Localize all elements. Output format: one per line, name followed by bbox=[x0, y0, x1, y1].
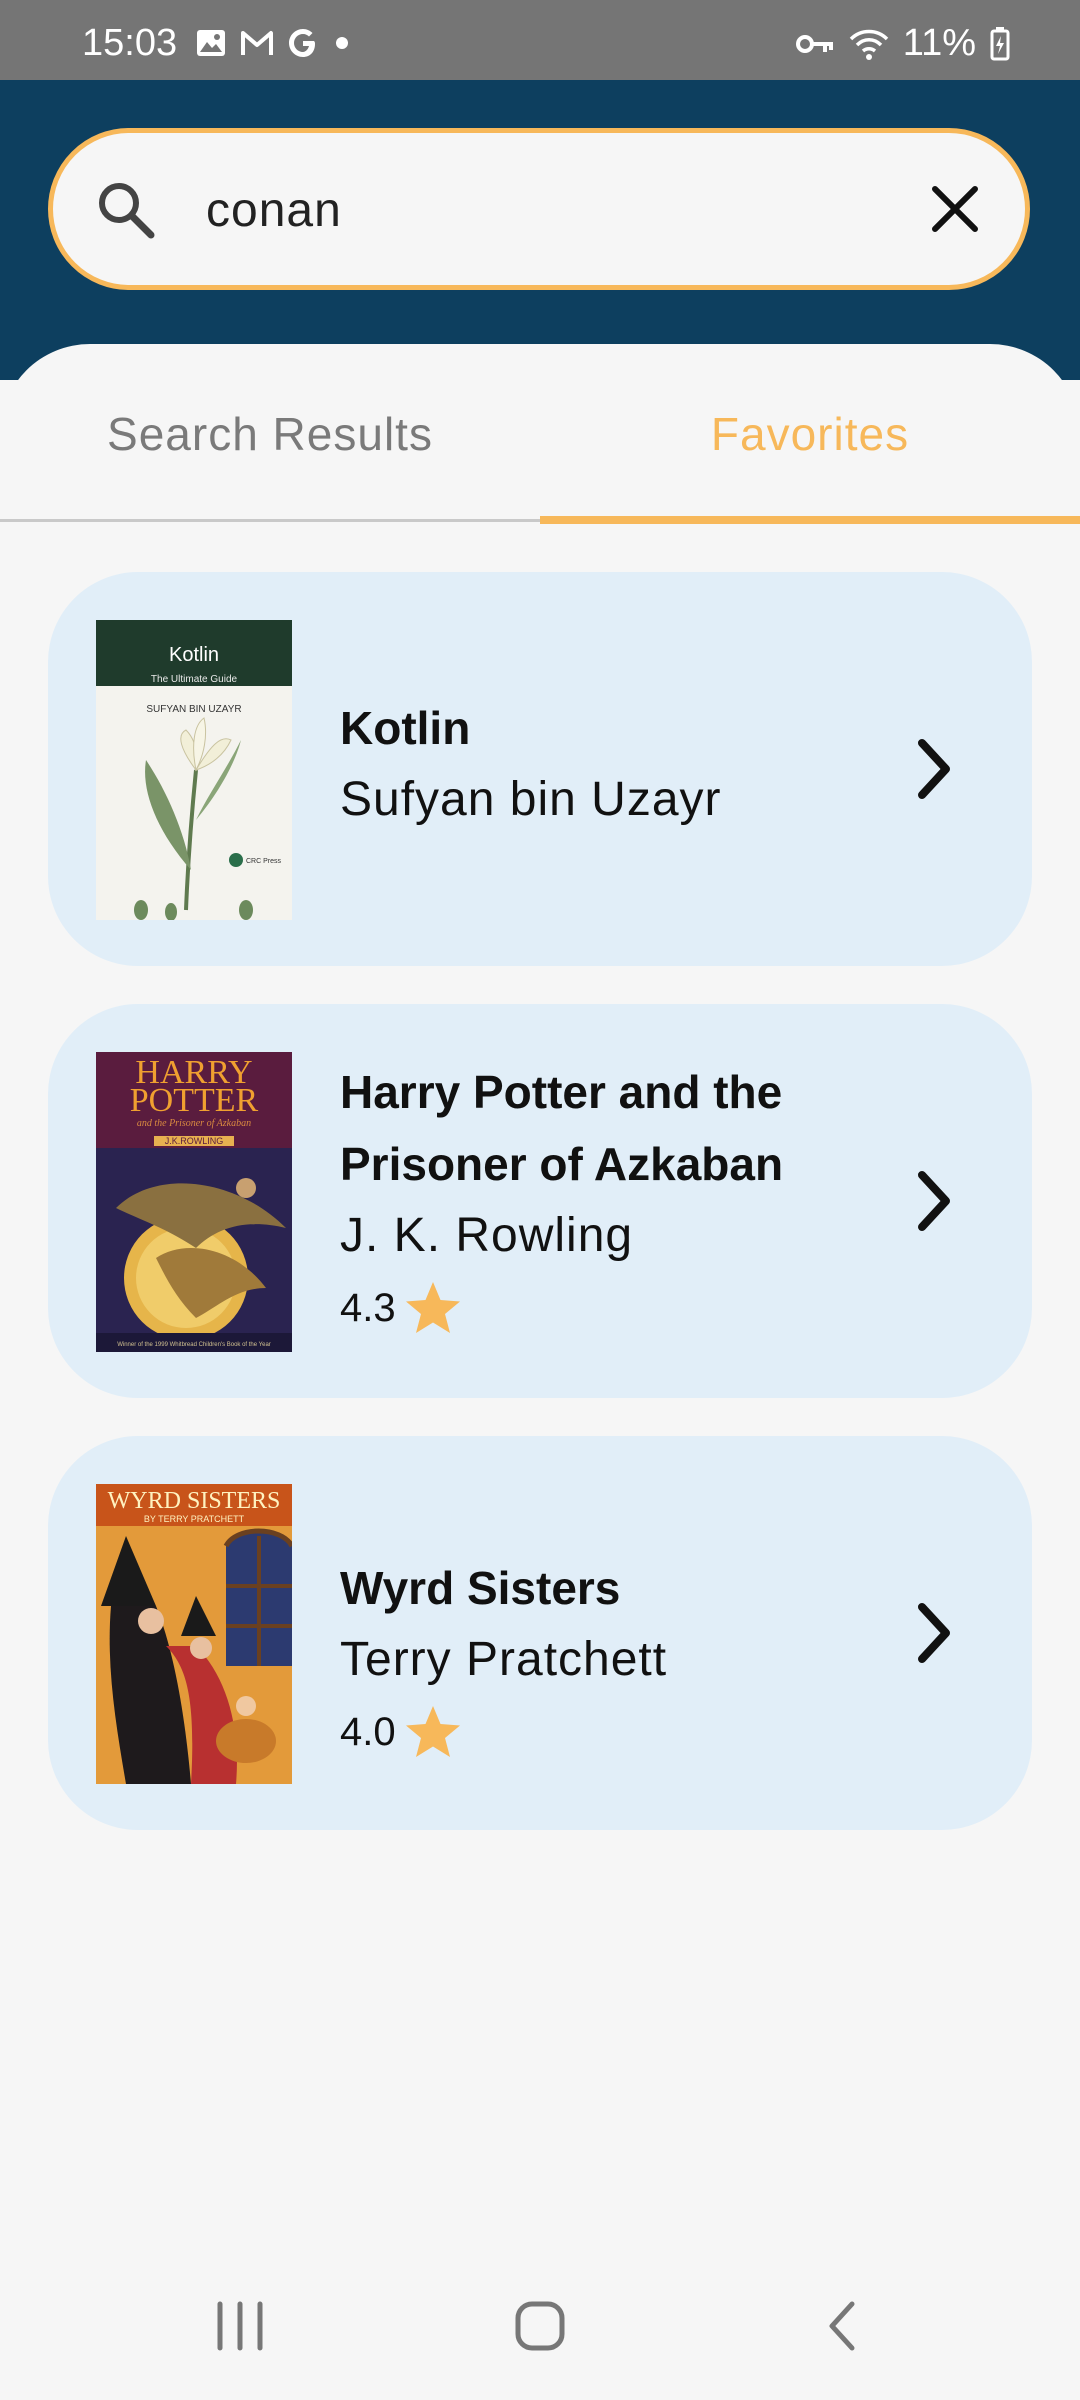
book-card[interactable]: HARRY POTTER and the Prisoner of Azkaban… bbox=[48, 1004, 1032, 1398]
star-icon bbox=[405, 1706, 460, 1757]
chevron-right-icon[interactable] bbox=[914, 1601, 954, 1665]
hippogriff-illustration bbox=[96, 1178, 292, 1352]
cover-publisher: CRC Press bbox=[246, 858, 282, 865]
chevron-right-icon[interactable] bbox=[914, 1169, 954, 1233]
cover-subtitle: and the Prisoner of Azkaban bbox=[136, 1118, 252, 1129]
close-icon[interactable] bbox=[929, 183, 981, 235]
status-bar: 15:03 11% bbox=[0, 0, 1080, 80]
search-icon[interactable] bbox=[95, 179, 157, 241]
cover-author: J.K.ROWLING bbox=[154, 1136, 234, 1146]
book-title-line-1: Harry Potter and the bbox=[340, 1066, 783, 1118]
rating-value: 4.0 bbox=[340, 1710, 396, 1754]
book-cover: HARRY POTTER and the Prisoner of Azkaban… bbox=[96, 1052, 292, 1352]
cover-footer: Winner of the 1999 Whitbread Children's … bbox=[117, 1342, 271, 1348]
book-title: Kotlin bbox=[340, 702, 471, 754]
tab-indicator bbox=[540, 516, 1080, 524]
vpn-key-icon bbox=[795, 34, 833, 53]
tab-search-results[interactable]: Search Results bbox=[0, 344, 540, 524]
cover-title: WYRD SISTERS bbox=[107, 1488, 281, 1514]
image-icon bbox=[197, 30, 225, 56]
book-author: Sufyan bin Uzayr bbox=[340, 773, 722, 826]
tab-divider bbox=[0, 519, 540, 522]
dot-icon bbox=[336, 37, 348, 49]
witches-illustration bbox=[96, 1526, 292, 1784]
book-author: Terry Pratchett bbox=[340, 1633, 668, 1686]
home-icon[interactable] bbox=[514, 2300, 566, 2352]
recent-apps-icon[interactable] bbox=[210, 2300, 270, 2352]
book-cover: WYRD SISTERS BY TERRY PRATCHETT bbox=[96, 1484, 292, 1784]
back-icon[interactable] bbox=[824, 2300, 860, 2352]
book-title-line-2: Prisoner of Azkaban bbox=[340, 1138, 784, 1190]
flower-illustration bbox=[134, 717, 253, 920]
battery-percent: 11% bbox=[902, 22, 976, 64]
navigation-bar bbox=[0, 2260, 1080, 2400]
rating-value: 4.3 bbox=[340, 1286, 396, 1330]
google-icon bbox=[289, 29, 315, 57]
wifi-icon bbox=[849, 29, 888, 60]
star-icon bbox=[405, 1282, 460, 1333]
book-cover: Kotlin The Ultimate Guide SUFYAN BIN UZA… bbox=[96, 620, 292, 920]
battery-icon bbox=[990, 26, 1010, 60]
tab-bar: Search Results Favorites bbox=[0, 344, 1080, 524]
book-card[interactable]: Kotlin The Ultimate Guide SUFYAN BIN UZA… bbox=[48, 572, 1032, 966]
chevron-right-icon[interactable] bbox=[914, 737, 954, 801]
search-bar[interactable]: conan bbox=[48, 128, 1030, 290]
tab-favorites[interactable]: Favorites bbox=[540, 344, 1080, 524]
search-input[interactable]: conan bbox=[206, 183, 342, 238]
book-title: Wyrd Sisters bbox=[340, 1562, 621, 1614]
cover-author: BY TERRY PRATCHETT bbox=[143, 1514, 245, 1524]
book-card[interactable]: WYRD SISTERS BY TERRY PRATCHETT Wyrd Sis… bbox=[48, 1436, 1032, 1830]
rating: 4.3 bbox=[340, 1272, 892, 1344]
status-time: 15:03 bbox=[82, 22, 178, 64]
rating: 4.0 bbox=[340, 1696, 892, 1768]
cover-title-2: POTTER bbox=[129, 1082, 259, 1119]
gmail-icon bbox=[241, 31, 273, 55]
book-author: J. K. Rowling bbox=[340, 1209, 634, 1262]
content-sheet: Search Results Favorites Kotlin The Ulti… bbox=[0, 344, 1080, 2400]
